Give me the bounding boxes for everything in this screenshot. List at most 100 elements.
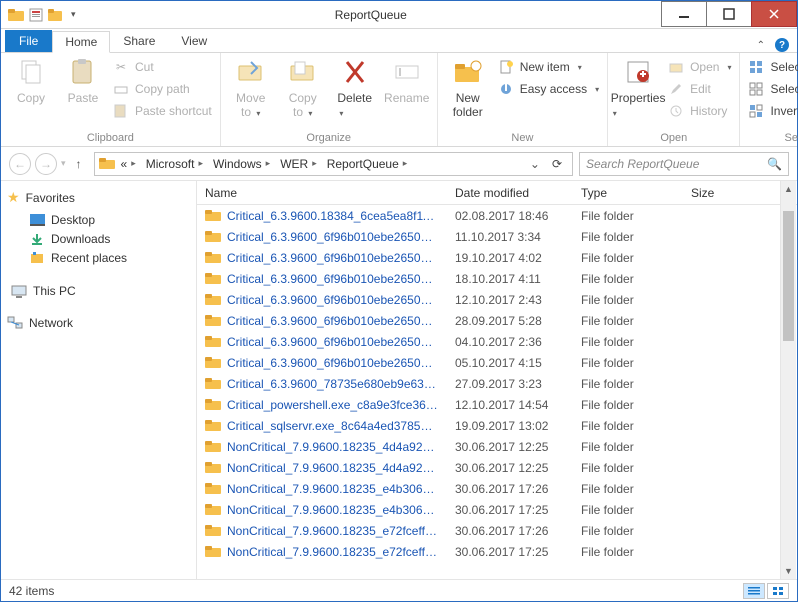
table-row[interactable]: Critical_6.3.9600_6f96b010ebe26508e78bd.… [197,226,797,247]
search-box[interactable]: 🔍 [579,152,789,176]
crumb-root[interactable]: «▸ [117,157,140,171]
collapse-ribbon-icon[interactable]: ⌃ [757,40,765,51]
search-input[interactable] [586,157,756,171]
window-title: ReportQueue [80,8,662,22]
maximize-button[interactable] [706,1,752,27]
move-to-button[interactable]: Moveto ▾ [229,57,273,119]
star-icon: ★ [7,189,20,206]
scrollbar[interactable]: ▲ ▼ [780,181,796,579]
table-row[interactable]: Critical_6.3.9600_6f96b010ebe26508e78bd.… [197,352,797,373]
tab-view[interactable]: View [168,30,220,52]
nav-favorites[interactable]: ★Favorites [7,189,190,206]
table-row[interactable]: Critical_6.3.9600_6f96b010ebe26508e78bd.… [197,268,797,289]
table-row[interactable]: NonCritical_7.9.9600.18235_4d4a9285a2d..… [197,436,797,457]
minimize-button[interactable] [661,1,707,27]
table-row[interactable]: Critical_6.3.9600_6f96b010ebe26508e78bd.… [197,331,797,352]
col-size[interactable]: Size [683,186,743,200]
table-row[interactable]: NonCritical_7.9.9600.18235_e72fceff55eae… [197,520,797,541]
history-dropdown-icon[interactable]: ▾ [61,158,66,169]
cut-button[interactable]: ✂Cut [113,57,212,77]
address-bar[interactable]: «▸ Microsoft▸ Windows▸ WER▸ ReportQueue▸… [94,152,573,176]
nav-this-pc[interactable]: This PC [7,281,190,301]
file-menu[interactable]: File [5,30,52,52]
table-row[interactable]: NonCritical_7.9.9600.18235_4d4a9285a2d..… [197,457,797,478]
rename-button[interactable]: Rename [385,57,429,119]
file-date: 02.08.2017 18:46 [447,209,573,223]
view-details-button[interactable] [743,583,765,599]
address-dropdown-icon[interactable]: ⌄ [526,157,544,171]
search-icon[interactable]: 🔍 [767,157,782,171]
table-row[interactable]: Critical_sqlservr.exe_8c64a4ed3785dd2e8.… [197,415,797,436]
group-label: Clipboard [9,130,212,144]
invert-selection-icon [748,103,764,119]
table-row[interactable]: NonCritical_7.9.9600.18235_e72fceff55eae… [197,541,797,562]
crumb-3[interactable]: ReportQueue▸ [323,157,412,171]
new-folder-button[interactable]: Newfolder [446,57,490,119]
nav-downloads[interactable]: Downloads [7,229,190,248]
file-type: File folder [573,356,683,370]
tab-share[interactable]: Share [110,30,168,52]
nav-network[interactable]: Network [7,315,190,331]
easy-access-button[interactable]: Easy access▾ [498,79,599,99]
paste-button[interactable]: Paste [61,57,105,121]
table-row[interactable]: Critical_6.3.9600.18384_6cea5ea8f1199a2a… [197,205,797,226]
close-button[interactable] [751,1,797,27]
qat-dropdown-icon[interactable]: ▾ [67,9,80,20]
crumb-0[interactable]: Microsoft▸ [142,157,207,171]
group-select: Select all Select none Invert selection … [740,53,798,146]
folder-icon [205,502,221,518]
titlebar: ▾ ReportQueue [1,1,797,29]
scroll-down-icon[interactable]: ▼ [781,563,796,579]
invert-selection-button[interactable]: Invert selection [748,101,798,121]
properties-button[interactable]: Properties▾ [616,57,660,121]
history-button[interactable]: History [668,101,731,121]
select-none-button[interactable]: Select none [748,79,798,99]
col-name[interactable]: Name [197,186,447,200]
folder-icon [205,544,221,560]
table-row[interactable]: Critical_6.3.9600_6f96b010ebe26508e78bd.… [197,310,797,331]
crumb-2[interactable]: WER▸ [276,157,321,171]
new-item-button[interactable]: New item▾ [498,57,599,77]
table-row[interactable]: Critical_6.3.9600_78735e680eb9e634d1221.… [197,373,797,394]
open-button[interactable]: Open▾ [668,57,731,77]
paste-shortcut-button[interactable]: Paste shortcut [113,101,212,121]
folder-icon [205,271,221,287]
select-all-button[interactable]: Select all [748,57,798,77]
refresh-button[interactable]: ⟳ [546,157,568,171]
col-type[interactable]: Type [573,186,683,200]
scroll-thumb[interactable] [783,211,794,341]
up-button[interactable]: ↑ [70,157,88,171]
tab-home[interactable]: Home [52,31,110,53]
file-type: File folder [573,524,683,538]
col-date[interactable]: Date modified [447,186,573,200]
folder-icon [205,376,221,392]
group-new: Newfolder New item▾ Easy access▾ New [438,53,608,146]
navbar: ← → ▾ ↑ «▸ Microsoft▸ Windows▸ WER▸ Repo… [1,147,797,181]
qat-properties-icon[interactable] [27,6,45,24]
nav-desktop[interactable]: Desktop [7,210,190,229]
nav-pane: ★Favorites Desktop Downloads Recent plac… [1,181,197,579]
forward-button[interactable]: → [35,153,57,175]
back-button[interactable]: ← [9,153,31,175]
qat-newfolder-icon[interactable] [47,6,65,24]
copy-to-button[interactable]: Copyto ▾ [281,57,325,119]
edit-icon [668,81,684,97]
table-row[interactable]: Critical_6.3.9600_6f96b010ebe26508e78bd.… [197,247,797,268]
copy-button[interactable]: Copy [9,57,53,121]
table-row[interactable]: NonCritical_7.9.9600.18235_e4b3061182fe.… [197,478,797,499]
folder-icon [7,6,25,24]
edit-button[interactable]: Edit [668,79,731,99]
help-icon[interactable]: ? [775,38,789,52]
folder-icon [205,334,221,350]
select-all-icon [748,59,764,75]
table-row[interactable]: Critical_powershell.exe_c8a9e3fce3693e5.… [197,394,797,415]
nav-recent[interactable]: Recent places [7,248,190,267]
delete-button[interactable]: Delete▾ [333,57,377,119]
folder-icon [205,481,221,497]
table-row[interactable]: Critical_6.3.9600_6f96b010ebe26508e78bd.… [197,289,797,310]
scroll-up-icon[interactable]: ▲ [781,181,796,197]
view-icons-button[interactable] [767,583,789,599]
table-row[interactable]: NonCritical_7.9.9600.18235_e4b3061182fe.… [197,499,797,520]
crumb-1[interactable]: Windows▸ [209,157,274,171]
copy-path-button[interactable]: Copy path [113,79,212,99]
